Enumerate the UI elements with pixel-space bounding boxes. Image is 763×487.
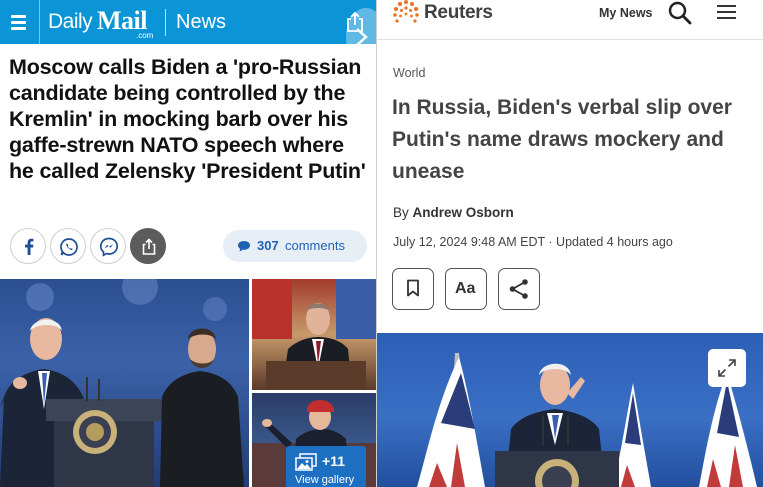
byline: By Andrew Osborn bbox=[393, 205, 514, 220]
view-gallery-button[interactable]: +11 View gallery bbox=[286, 446, 366, 487]
share-icon bbox=[142, 238, 156, 255]
my-news-link[interactable]: My News bbox=[599, 6, 653, 20]
article-headline: Moscow calls Biden a 'pro-Russian candid… bbox=[9, 55, 366, 183]
share-button[interactable] bbox=[130, 228, 166, 264]
image-stack-icon bbox=[295, 453, 317, 471]
byline-prefix: By bbox=[393, 205, 409, 220]
dateline: July 12, 2024 9:48 AM EDT · Updated 4 ho… bbox=[393, 235, 673, 249]
bookmark-icon bbox=[407, 279, 419, 297]
comments-button[interactable]: 307 comments bbox=[223, 230, 367, 262]
section-title[interactable]: News bbox=[176, 11, 226, 34]
whatsapp-icon bbox=[60, 238, 78, 256]
reuters-article-pane: Reuters My News World In Russia, Biden's… bbox=[377, 0, 763, 487]
reuters-header: Reuters My News bbox=[377, 0, 763, 40]
main-photo[interactable] bbox=[0, 279, 249, 487]
expand-image-button[interactable] bbox=[708, 349, 746, 387]
messenger-icon bbox=[99, 237, 119, 257]
section-label[interactable]: World bbox=[393, 66, 425, 80]
facebook-icon bbox=[25, 238, 34, 255]
logo-daily-text: Daily bbox=[48, 10, 93, 33]
reuters-logo-icon[interactable] bbox=[392, 0, 420, 26]
hamburger-menu-icon[interactable] bbox=[8, 11, 30, 33]
dailymail-article-pane: Daily Mail .com News Moscow calls Biden … bbox=[0, 0, 376, 487]
text-size-button[interactable]: Aa bbox=[445, 268, 487, 310]
facebook-share-button[interactable] bbox=[10, 228, 46, 264]
dailymail-header: Daily Mail .com News bbox=[0, 0, 376, 44]
share-icon bbox=[509, 279, 528, 299]
comments-label: comments bbox=[285, 238, 345, 253]
reuters-logo-text[interactable]: Reuters bbox=[424, 2, 493, 24]
header-divider bbox=[165, 9, 166, 36]
comment-bubble-icon bbox=[238, 241, 250, 252]
hamburger-menu-icon[interactable] bbox=[716, 4, 738, 22]
search-icon[interactable] bbox=[667, 0, 693, 26]
whatsapp-share-button[interactable] bbox=[50, 228, 86, 264]
author-link[interactable]: Andrew Osborn bbox=[413, 205, 514, 220]
gallery-thumbnail-1[interactable] bbox=[252, 279, 376, 390]
messenger-share-button[interactable] bbox=[90, 228, 126, 264]
text-size-label: Aa bbox=[455, 280, 476, 297]
header-divider bbox=[39, 0, 40, 44]
expand-icon bbox=[718, 359, 736, 377]
comment-count: 307 bbox=[257, 238, 279, 253]
gallery-count: +11 bbox=[322, 453, 345, 469]
chevron-right-icon bbox=[356, 28, 368, 46]
logo-com-text: .com bbox=[136, 31, 154, 40]
article-photo[interactable] bbox=[377, 333, 763, 487]
share-button[interactable] bbox=[498, 268, 540, 310]
article-headline: In Russia, Biden's verbal slip over Puti… bbox=[392, 96, 732, 183]
bookmark-button[interactable] bbox=[392, 268, 434, 310]
view-gallery-label: View gallery bbox=[295, 474, 355, 486]
